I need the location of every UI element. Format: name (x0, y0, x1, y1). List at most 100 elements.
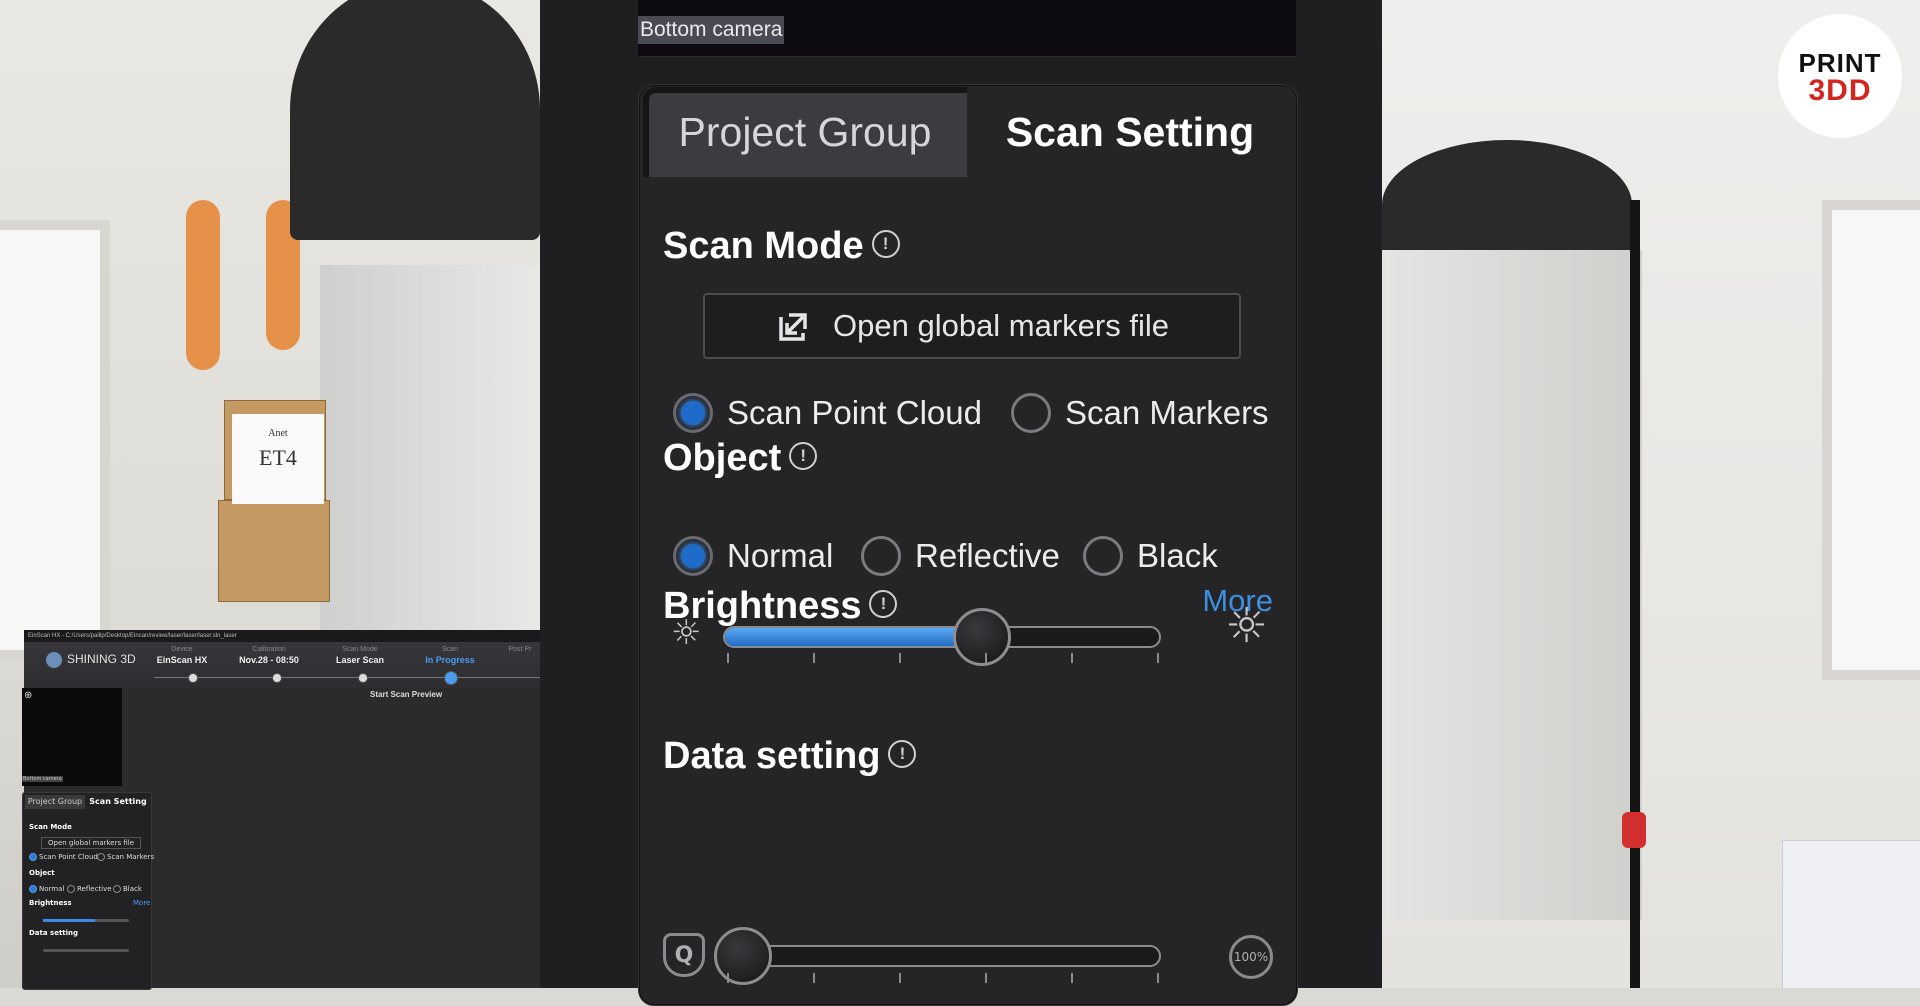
logo-text: SHINING 3D (67, 652, 136, 667)
mini-brightness-title: Brightness (29, 899, 72, 907)
object-black-option[interactable]: Black (1083, 536, 1218, 576)
radio-checked-icon[interactable] (673, 393, 713, 433)
data-setting-title: Data setting (663, 735, 881, 777)
tab-project-group[interactable]: Project Group (643, 87, 967, 177)
step-label: Post Pr (508, 646, 532, 653)
open-global-markers-button[interactable]: Open global markers file (703, 293, 1241, 359)
slider-tick (899, 653, 901, 663)
zoom-icon[interactable]: ⊕ (24, 690, 32, 701)
info-icon[interactable]: ! (888, 739, 917, 768)
progress-dot (358, 673, 368, 683)
stand-clamp (1622, 812, 1646, 848)
slider-tick (899, 973, 901, 983)
mini-open-markers-button[interactable]: Open global markers file (41, 837, 142, 849)
info-icon[interactable]: ! (869, 589, 898, 618)
object-normal-option[interactable]: Normal (673, 536, 833, 576)
mini-tab-scan-setting[interactable]: Scan Setting (87, 795, 149, 809)
option-label: Normal (39, 885, 65, 893)
data-setting-slider[interactable] (723, 945, 1161, 967)
mini-object-black[interactable]: Black (113, 885, 142, 893)
brightness-slider[interactable] (723, 626, 1161, 648)
shining3d-logo: SHINING 3D (46, 652, 136, 668)
radio-checked-icon[interactable] (29, 885, 37, 893)
step-label: Device (171, 646, 193, 653)
option-label: Scan Markers (1065, 394, 1269, 431)
brightness-slider-thumb[interactable] (952, 608, 1011, 666)
mini-scan-markers[interactable]: Scan Markers (97, 853, 154, 861)
mini-scan-point-cloud[interactable]: Scan Point Cloud (29, 853, 98, 861)
radio-icon[interactable] (861, 536, 901, 576)
background-right (1382, 0, 1920, 988)
slider-tick (1157, 973, 1159, 983)
step-label: Scan (442, 646, 458, 653)
option-label: Scan Point Cloud (39, 853, 98, 861)
data-setting-slider-thumb[interactable] (714, 927, 772, 985)
progress-dot (188, 673, 198, 683)
mini-brightness-slider[interactable] (43, 919, 129, 922)
import-file-icon (779, 313, 807, 341)
window (1822, 200, 1920, 680)
step-scan-mode[interactable]: Scan Mode Laser Scan (320, 646, 400, 665)
scan-markers-option[interactable]: Scan Markers (1011, 393, 1269, 433)
step-value: In Progress (425, 655, 475, 665)
step-value: Laser Scan (335, 655, 385, 665)
radio-checked-icon[interactable] (29, 853, 37, 861)
info-icon[interactable]: ! (871, 229, 900, 258)
printer-box (1782, 840, 1920, 988)
slider-tick (1071, 653, 1073, 663)
logo-icon (46, 652, 62, 668)
quality-icon: Q (663, 933, 705, 977)
step-value: EinScan HX (156, 655, 208, 665)
slider-tick (1157, 653, 1159, 663)
data-setting-heading: Data setting! (663, 735, 917, 778)
slider-tick (985, 653, 987, 663)
radio-icon[interactable] (1083, 536, 1123, 576)
option-label: Scan Point Cloud (727, 394, 982, 431)
progress-dot (272, 673, 282, 683)
mini-object-title: Object (29, 869, 55, 877)
open-global-markers-label: Open global markers file (833, 308, 1169, 343)
progress-line (154, 677, 540, 678)
brightness-low-icon: ☼ (671, 613, 702, 653)
object-title: Object (663, 437, 782, 479)
radio-icon[interactable] (97, 853, 105, 861)
mini-tab-project-group[interactable]: Project Group (25, 795, 85, 809)
option-label: Reflective (915, 537, 1060, 574)
radio-icon[interactable] (67, 885, 75, 893)
brightness-high-icon: ☼ (1225, 598, 1269, 654)
object-reflective-option[interactable]: Reflective (861, 536, 1060, 576)
step-calibration[interactable]: Calibration Nov.28 - 08:50 (224, 646, 314, 665)
softbox (290, 0, 540, 240)
window (0, 220, 110, 660)
scan-mode-heading: Scan Mode! (663, 225, 900, 268)
info-icon[interactable]: ! (789, 441, 818, 470)
step-post-processing[interactable]: Post Pr (500, 646, 540, 653)
mini-camera-view (22, 688, 122, 786)
slider-tick (727, 973, 729, 983)
app-header: SHINING 3D Device EinScan HX Calibration N… (24, 642, 540, 688)
radio-icon[interactable] (113, 885, 121, 893)
scan-point-cloud-option[interactable]: Scan Point Cloud (673, 393, 982, 433)
option-label: Black (1137, 537, 1218, 574)
watermark-bottom: 3DD (1808, 74, 1872, 107)
radio-checked-icon[interactable] (673, 536, 713, 576)
curtain (186, 200, 220, 370)
radio-icon[interactable] (1011, 393, 1051, 433)
start-scan-preview-label[interactable]: Start Scan Preview (370, 690, 442, 699)
mini-more-link[interactable]: More (133, 899, 150, 907)
mini-object-normal[interactable]: Normal (29, 885, 64, 893)
object-heading: Object! (663, 437, 818, 480)
mini-data-slider[interactable] (43, 949, 129, 952)
box-label: Anet ET4 (232, 414, 324, 504)
scan-settings-zoom: Bottom camera Project Group Scan Setting… (540, 0, 1382, 1006)
step-label: Calibration (252, 646, 286, 653)
brightness-slider-fill (725, 628, 986, 646)
mini-slider-fill (43, 919, 95, 922)
step-scan[interactable]: Scan In Progress (410, 646, 490, 665)
cardboard-box (218, 500, 330, 602)
tab-scan-setting[interactable]: Scan Setting (967, 87, 1293, 177)
mini-object-reflective[interactable]: Reflective (67, 885, 112, 893)
step-device[interactable]: Device EinScan HX (142, 646, 222, 665)
backdrop-panel (1382, 250, 1642, 920)
progress-dot-active (444, 671, 458, 685)
